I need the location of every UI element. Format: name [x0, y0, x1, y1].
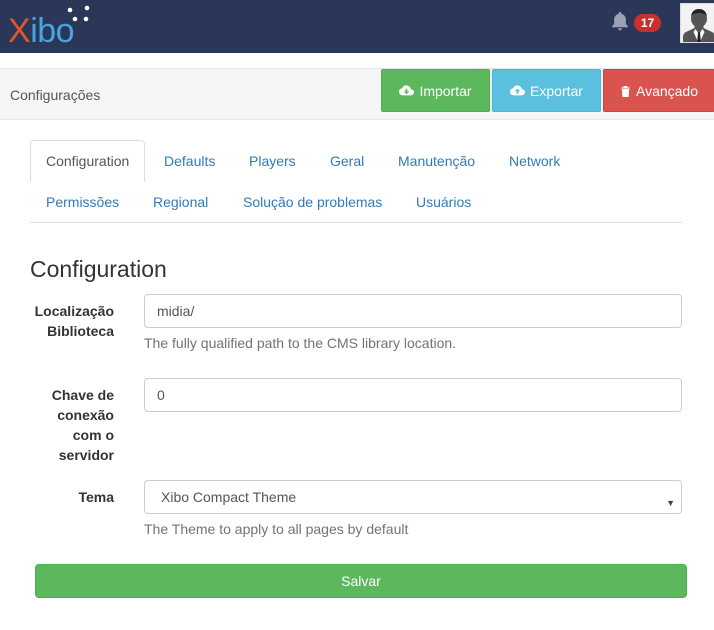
- library-location-help: The fully qualified path to the CMS libr…: [144, 335, 457, 351]
- server-key-label-line4: servidor: [58, 447, 114, 463]
- logo-x-letter: X: [8, 12, 31, 50]
- xibo-logo[interactable]: Xibo: [8, 4, 98, 50]
- theme-selected-value: Xibo Compact Theme: [161, 489, 297, 505]
- import-button[interactable]: Importar: [381, 69, 490, 112]
- tab-players[interactable]: Players: [234, 140, 311, 182]
- page-title: Configurações: [10, 87, 101, 103]
- tab-network[interactable]: Network: [494, 140, 575, 182]
- export-button[interactable]: Exportar: [492, 69, 601, 112]
- advanced-button[interactable]: Avançado: [603, 69, 714, 112]
- cloud-download-icon: [399, 85, 415, 96]
- bell-icon[interactable]: [609, 10, 631, 32]
- theme-label: Tema: [78, 489, 114, 505]
- tab-solucao-de-problemas[interactable]: Solução de problemas: [228, 181, 397, 223]
- export-label: Exportar: [530, 83, 583, 99]
- user-avatar[interactable]: [680, 3, 714, 43]
- user-avatar-icon: [681, 4, 714, 42]
- chevron-down-icon: ▼: [666, 498, 675, 508]
- save-button[interactable]: Salvar: [35, 564, 687, 598]
- library-label-line2: Biblioteca: [47, 323, 114, 339]
- library-location-label: Localização Biblioteca: [20, 301, 114, 341]
- tab-manutencao[interactable]: Manutenção: [383, 140, 490, 182]
- server-key-label: Chave de conexão com o servidor: [20, 385, 114, 465]
- trash-icon: [620, 85, 630, 97]
- logo-ibo-letters: ibo: [30, 12, 75, 50]
- tab-configuration[interactable]: Configuration: [30, 140, 146, 182]
- server-key-label-line2: conexão: [57, 407, 114, 423]
- tab-defaults[interactable]: Defaults: [149, 140, 230, 182]
- tab-geral[interactable]: Geral: [315, 140, 379, 182]
- top-navbar: Xibo 17: [0, 0, 714, 53]
- theme-help: The Theme to apply to all pages by defau…: [144, 521, 409, 537]
- logo-wordmark: Xibo: [8, 12, 75, 50]
- import-label: Importar: [419, 83, 472, 99]
- tab-permissoes[interactable]: Permissões: [31, 181, 134, 223]
- cloud-upload-icon: [510, 85, 526, 96]
- server-key-label-line3: com o: [72, 427, 114, 443]
- tab-usuarios[interactable]: Usuários: [401, 181, 486, 223]
- library-label-line1: Localização: [34, 303, 114, 319]
- tab-regional[interactable]: Regional: [138, 181, 223, 223]
- server-key-input[interactable]: [144, 378, 682, 412]
- server-key-label-line1: Chave de: [51, 387, 114, 403]
- settings-tabs: Configuration Defaults Players Geral Man…: [30, 140, 682, 223]
- library-location-input[interactable]: [144, 294, 682, 328]
- section-title: Configuration: [30, 256, 167, 282]
- page-header: Configurações Importar Exportar Avançado: [0, 68, 714, 120]
- theme-select[interactable]: Xibo Compact Theme ▼: [144, 480, 682, 514]
- notification-count-badge[interactable]: 17: [634, 14, 661, 32]
- advanced-label: Avançado: [635, 83, 698, 99]
